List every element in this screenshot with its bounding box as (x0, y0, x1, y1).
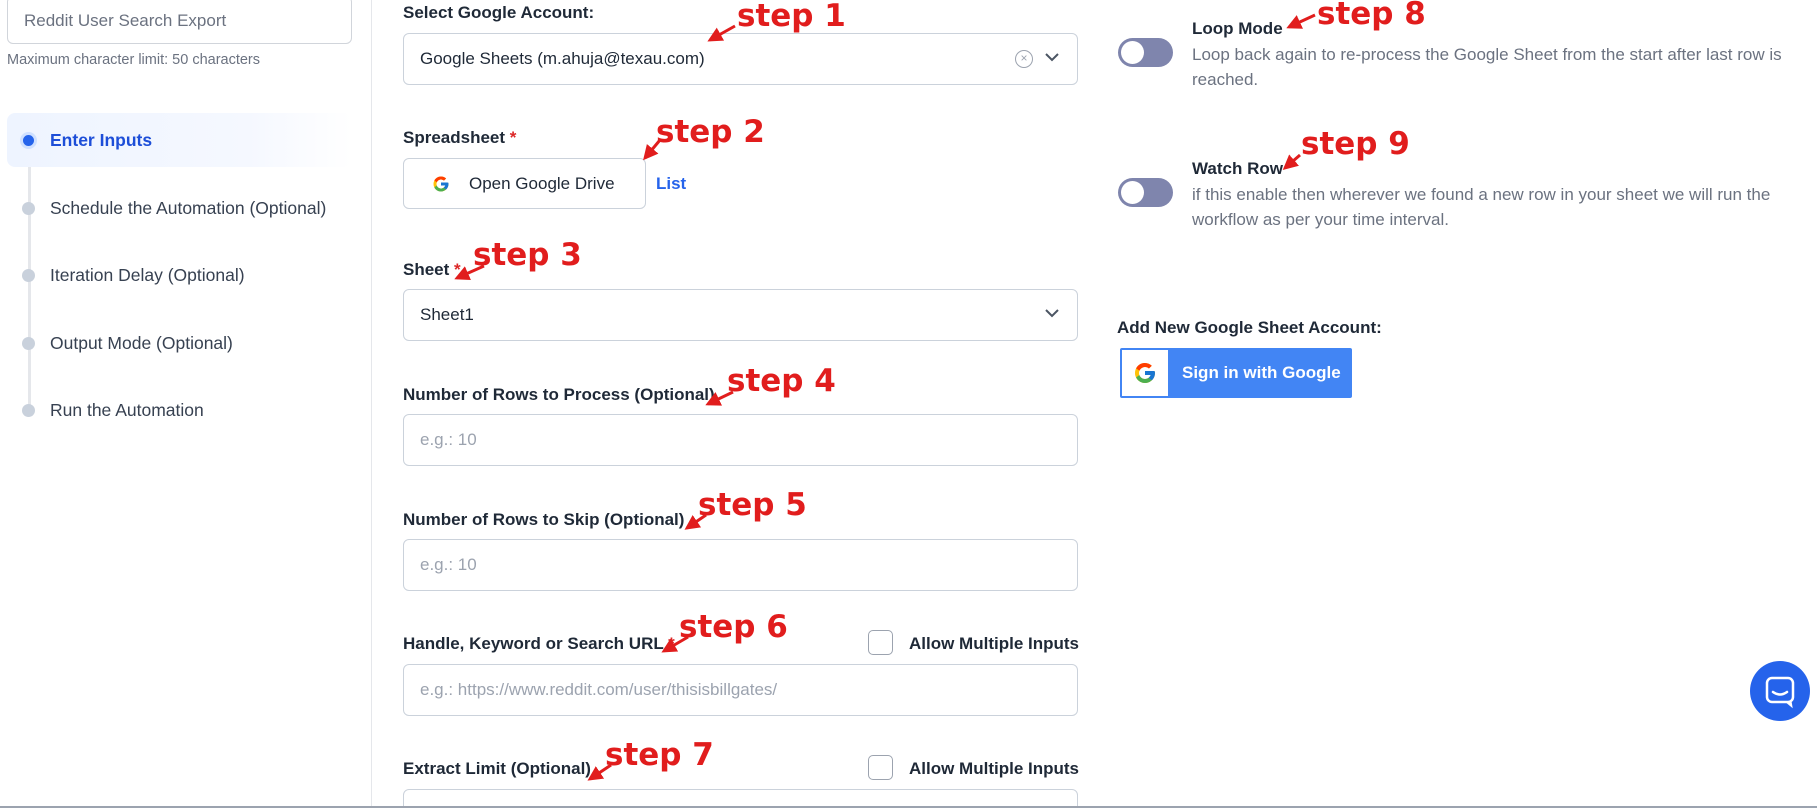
rows-skip-placeholder: e.g.: 10 (420, 555, 477, 574)
annotation-step-9: step 9 (1301, 126, 1410, 162)
required-mark: * (454, 260, 461, 279)
chat-bubble-icon[interactable] (1750, 661, 1810, 721)
handle-placeholder: e.g.: https://www.reddit.com/user/thisis… (420, 680, 778, 699)
step-schedule[interactable]: Schedule the Automation (Optional) (7, 181, 352, 235)
arrow-step-9 (1282, 153, 1301, 170)
extract-limit-label: Extract Limit (Optional) (403, 759, 591, 778)
rows-skip-input[interactable]: e.g.: 10 (403, 539, 1078, 591)
required-mark: * (668, 634, 675, 653)
sheet-value: Sheet1 (420, 305, 474, 324)
watch-row-title: Watch Row (1192, 159, 1283, 178)
arrow-step-8 (1286, 13, 1316, 29)
drive-button-label: Open Google Drive (469, 173, 615, 193)
chevron-down-icon[interactable] (1043, 48, 1061, 66)
google-g-icon (433, 176, 449, 192)
google-account-select[interactable]: Google Sheets (m.ahuja@texau.com) × (403, 33, 1078, 85)
step-label: Enter Inputs (50, 129, 153, 150)
clear-circle-icon[interactable]: × (1015, 50, 1033, 68)
sidebar: Reddit User Search Export Maximum charac… (0, 0, 372, 808)
watch-row-toggle[interactable] (1118, 178, 1173, 207)
step-dot-icon (22, 268, 35, 282)
annotation-step-5: step 5 (698, 487, 807, 523)
rows-skip-label: Number of Rows to Skip (Optional) (403, 510, 685, 529)
annotation-step-7: step 7 (605, 737, 714, 773)
chat-glyph-icon (1765, 676, 1795, 709)
handle-label: Handle, Keyword or Search URL * (403, 634, 675, 654)
allow-multiple-checkbox[interactable] (868, 630, 893, 655)
chevron-down-icon[interactable] (1043, 304, 1061, 322)
sheet-label-text: Sheet (403, 260, 450, 279)
step-label: Run the Automation (50, 399, 204, 420)
step-label: Iteration Delay (Optional) (50, 264, 245, 285)
step-enter-inputs[interactable]: Enter Inputs (7, 113, 352, 167)
spreadsheet-label: Spreadsheet * (403, 128, 516, 148)
step-output-mode[interactable]: Output Mode (Optional) (7, 316, 352, 370)
step-dot-icon (22, 201, 35, 215)
step-label: Output Mode (Optional) (50, 332, 233, 353)
loop-mode-toggle[interactable] (1118, 38, 1173, 67)
step-dot-icon (22, 336, 35, 350)
sign-in-label: Sign in with Google (1182, 363, 1341, 382)
add-account-label: Add New Google Sheet Account: (1117, 318, 1382, 337)
step-run[interactable]: Run the Automation (7, 383, 352, 437)
loop-mode-desc: Loop back again to re-process the Google… (1192, 45, 1782, 89)
allow-multiple-checkbox-extract[interactable] (868, 755, 893, 780)
sign-in-with-google-button[interactable]: Sign in with Google (1120, 348, 1352, 398)
list-link[interactable]: List (656, 174, 686, 194)
annotation-step-3: step 3 (473, 237, 582, 273)
handle-input[interactable]: e.g.: https://www.reddit.com/user/thisis… (403, 664, 1078, 716)
automation-name-input[interactable]: Reddit User Search Export (7, 0, 352, 44)
account-value: Google Sheets (m.ahuja@texau.com) (420, 49, 705, 68)
account-label: Select Google Account: (403, 3, 595, 22)
handle-label-text: Handle, Keyword or Search URL (403, 634, 664, 653)
sheet-label: Sheet * (403, 260, 461, 280)
google-logo-box (1122, 350, 1168, 396)
step-active-dot-icon (20, 131, 37, 149)
required-mark: * (509, 128, 517, 147)
rows-process-input[interactable]: e.g.: 10 (403, 414, 1078, 466)
step-label: Schedule the Automation (Optional) (50, 197, 327, 218)
annotation-step-8: step 8 (1317, 0, 1426, 32)
annotation-step-2: step 2 (656, 114, 765, 150)
rows-process-label: Number of Rows to Process (Optional) (403, 385, 715, 404)
toggle-knob (1121, 41, 1144, 64)
annotation-step-6: step 6 (679, 609, 788, 645)
google-g-icon (1135, 363, 1155, 383)
allow-multiple-label: Allow Multiple Inputs (909, 759, 1079, 778)
annotation-step-1: step 1 (737, 0, 846, 34)
rows-process-placeholder: e.g.: 10 (420, 430, 477, 449)
char-limit-hint: Maximum character limit: 50 characters (7, 52, 261, 68)
open-google-drive-button[interactable]: Open Google Drive (403, 158, 646, 209)
toggle-knob (1121, 181, 1144, 204)
allow-multiple-label: Allow Multiple Inputs (909, 634, 1079, 653)
spreadsheet-label-text: Spreadsheet (403, 128, 506, 147)
sheet-select[interactable]: Sheet1 (403, 289, 1078, 341)
loop-mode-title: Loop Mode (1192, 19, 1283, 38)
annotation-step-4: step 4 (727, 363, 836, 399)
watch-row-desc: if this enable then wherever we found a … (1192, 185, 1771, 229)
step-iteration-delay[interactable]: Iteration Delay (Optional) (7, 248, 352, 302)
step-dot-icon (22, 403, 35, 417)
